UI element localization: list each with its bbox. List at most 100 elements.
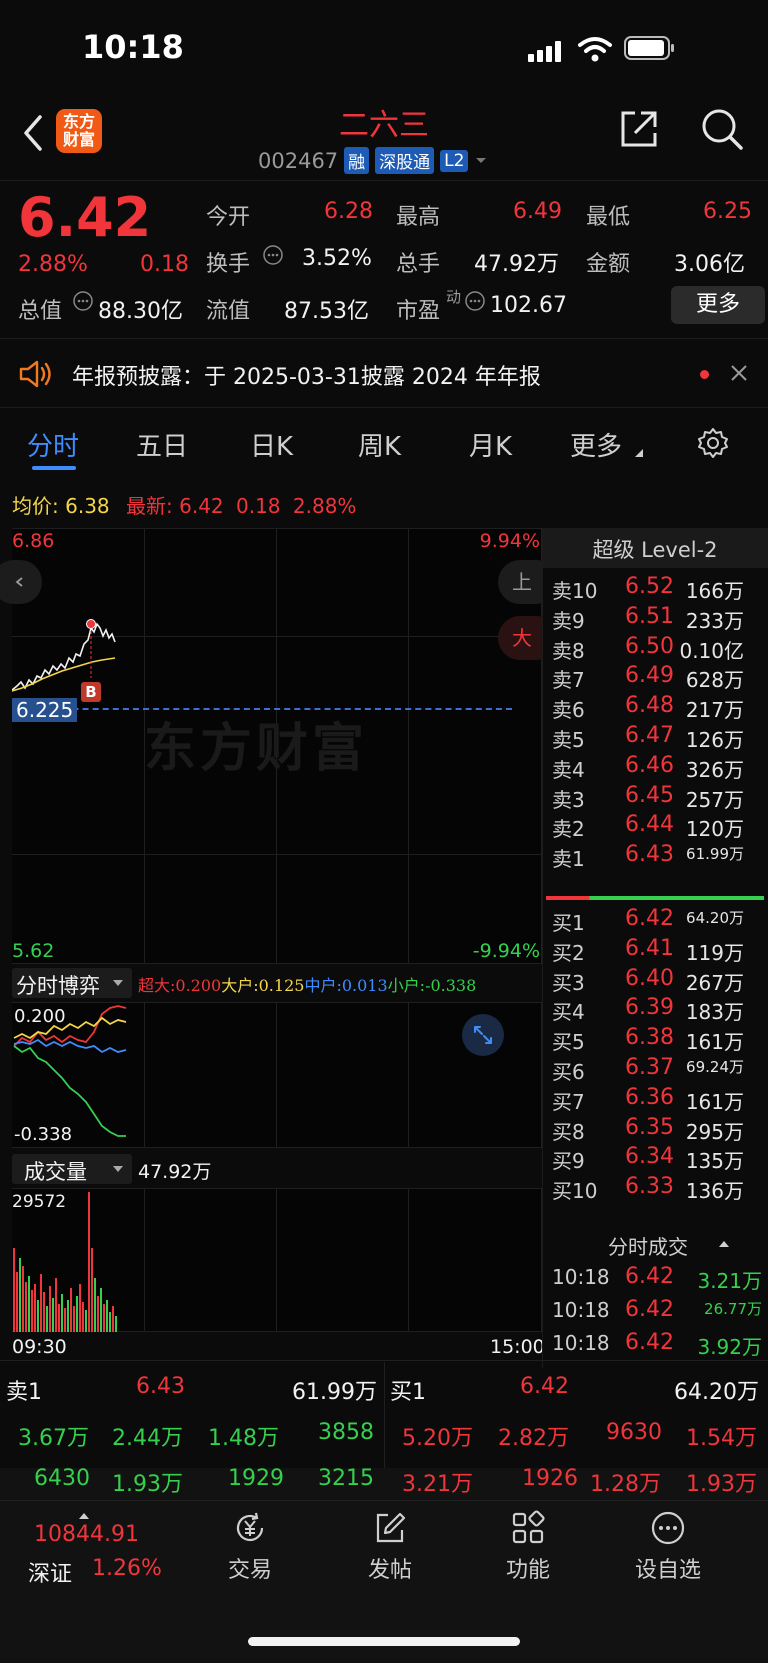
- game-panel-selector[interactable]: 分时博弈: [12, 968, 132, 998]
- index-widget[interactable]: 10844.91 深证 1.26%: [18, 1513, 168, 1594]
- trades-header[interactable]: 分时成交: [542, 1228, 768, 1262]
- trade-volume: 3.21万: [697, 1269, 762, 1293]
- latest-pct: 2.88%: [292, 494, 357, 518]
- tab-monthly-k[interactable]: 月K: [469, 426, 512, 463]
- tab-post[interactable]: 发帖: [330, 1510, 450, 1584]
- orderbook-title-bar[interactable]: 超级 Level-2: [542, 528, 768, 568]
- ask-row[interactable]: 卖7 6.49 628万: [542, 661, 768, 692]
- volume-label: 总手: [396, 252, 441, 277]
- tab-weekly-k[interactable]: 周K: [358, 426, 401, 463]
- tab-more[interactable]: 更多: [570, 426, 622, 463]
- tab-intraday[interactable]: 分时: [27, 426, 79, 463]
- bid-row[interactable]: 买9 6.34 135万: [542, 1142, 768, 1173]
- buy-queue-cell: 3.21万: [402, 1472, 473, 1497]
- level-price: 6.48: [625, 693, 674, 719]
- bid-row[interactable]: 买6 6.37 69.24万: [542, 1053, 768, 1084]
- level-volume: 183万: [685, 1000, 744, 1025]
- buy-queue-cell: 9630: [606, 1420, 662, 1445]
- bid-row[interactable]: 买10 6.33 136万: [542, 1172, 768, 1203]
- bid-row[interactable]: 买3 6.40 267万: [542, 964, 768, 995]
- volume-chart[interactable]: 29572: [12, 1188, 542, 1332]
- trade-volume: 3.92万: [697, 1335, 762, 1359]
- ask-row[interactable]: 卖3 6.45 257万: [542, 781, 768, 812]
- ask-row[interactable]: 卖4 6.46 326万: [542, 751, 768, 782]
- level-label: 买5: [552, 1030, 585, 1055]
- level-price: 6.36: [625, 1084, 674, 1110]
- bid-row[interactable]: 买2 6.41 119万: [542, 934, 768, 965]
- tab-features[interactable]: 功能: [468, 1510, 588, 1584]
- change-pct: 2.88%: [18, 252, 88, 277]
- index-name: 深证: [28, 1562, 73, 1587]
- ask-row[interactable]: 卖9 6.51 233万: [542, 602, 768, 633]
- change-amount: 0.18: [140, 252, 189, 277]
- time-end: 15:00: [490, 1336, 545, 1358]
- game-panel-header: 分时博弈 超大:0.200大户:0.125中户:0.013小户:-0.338: [12, 968, 542, 998]
- ask-row[interactable]: 卖8 6.50 0.10亿: [542, 632, 768, 663]
- game-chart[interactable]: 0.200 -0.338: [12, 1002, 542, 1148]
- buy-queue-cell: 1.54万: [686, 1426, 757, 1451]
- tab-features-label: 功能: [505, 1558, 550, 1583]
- tab-watchlist[interactable]: 设自选: [608, 1510, 728, 1584]
- tab-trade[interactable]: 交易: [190, 1510, 310, 1584]
- level-label: 买9: [552, 1149, 585, 1174]
- stock-code-row[interactable]: 002467 融 深股通 L2: [258, 147, 488, 174]
- price-chart[interactable]: 东方财富 6.86 9.94% 5.62 -9.94% 上 大 6.225 B: [0, 528, 558, 964]
- status-time: 10:18: [82, 28, 184, 66]
- buy-marker[interactable]: B: [81, 682, 101, 702]
- bottom-tab-bar: 6430 1.93万 1929 3215 3.21万 1926 1.28万 1.…: [0, 1466, 768, 1663]
- stock-header: 东方财富 二六三 002467 融 深股通 L2: [0, 95, 768, 180]
- tab-five-day[interactable]: 五日: [136, 426, 188, 463]
- notice-bar[interactable]: 年报预披露：于 2025-03-31披露 2024 年年报: [0, 338, 768, 408]
- level-volume: 119万: [685, 940, 744, 965]
- level-price: 6.33: [625, 1174, 674, 1200]
- more-circle-icon: [651, 1511, 685, 1545]
- close-icon[interactable]: [730, 364, 748, 382]
- share-icon[interactable]: [617, 107, 661, 151]
- level-price: 6.38: [625, 1025, 674, 1051]
- level-volume: 257万: [685, 787, 744, 812]
- latest-label: 最新:: [126, 494, 173, 518]
- tab-daily-k[interactable]: 日K: [250, 426, 293, 463]
- avg-value: 6.38: [65, 494, 110, 518]
- sell-queue-cell: 2.44万: [112, 1426, 183, 1451]
- bid-row[interactable]: 买4 6.39 183万: [542, 993, 768, 1024]
- ask-row[interactable]: 卖6 6.48 217万: [542, 691, 768, 722]
- large-label: 大户:: [221, 976, 259, 995]
- float-value: 87.53亿: [284, 299, 369, 324]
- home-indicator: [248, 1637, 520, 1646]
- level-price: 6.35: [625, 1114, 674, 1140]
- active-tab-indicator: [32, 466, 76, 470]
- turnover-label: 换手: [206, 252, 251, 277]
- level-volume: 326万: [685, 757, 744, 782]
- expand-button[interactable]: [462, 1014, 504, 1056]
- level-price: 6.41: [625, 935, 674, 961]
- volume-panel-selector[interactable]: 成交量: [12, 1154, 132, 1184]
- volume-panel-header: 成交量 47.92万: [12, 1154, 542, 1184]
- small-label: 小户:: [387, 976, 426, 995]
- bid-row[interactable]: 买7 6.36 161万: [542, 1083, 768, 1114]
- time-start: 09:30: [12, 1336, 67, 1358]
- level-price: 6.52: [625, 574, 674, 599]
- info-icon[interactable]: [464, 290, 486, 312]
- level-price: 6.42: [625, 906, 674, 931]
- turnover-value: 3.52%: [302, 246, 372, 271]
- ask-row[interactable]: 卖2 6.44 120万: [542, 810, 768, 841]
- level-volume: 217万: [685, 698, 744, 723]
- ask-row[interactable]: 卖1 6.43 61.99万: [542, 840, 768, 871]
- buy-queue-cell: 1926: [522, 1466, 578, 1491]
- level-label: 买1: [552, 911, 585, 935]
- game-panel-legend: 超大:0.200大户:0.125中户:0.013小户:-0.338: [138, 972, 476, 996]
- ask-row[interactable]: 卖5 6.47 126万: [542, 721, 768, 752]
- search-icon[interactable]: [700, 107, 744, 151]
- bid-row[interactable]: 买8 6.35 295万: [542, 1113, 768, 1144]
- info-icon[interactable]: [72, 290, 94, 312]
- settings-icon[interactable]: [696, 426, 730, 460]
- bid-row[interactable]: 买5 6.38 161万: [542, 1023, 768, 1054]
- trades-title: 分时成交: [608, 1235, 688, 1259]
- ask-row[interactable]: 卖10 6.52 166万: [542, 572, 768, 603]
- more-button[interactable]: 更多: [671, 286, 765, 324]
- level-price: 6.39: [625, 995, 674, 1021]
- intraday-summary: 均价: 6.38 最新: 6.42 0.18 2.88%: [12, 490, 356, 519]
- info-icon[interactable]: [262, 244, 284, 266]
- bid-row[interactable]: 买1 6.42 64.20万: [542, 904, 768, 935]
